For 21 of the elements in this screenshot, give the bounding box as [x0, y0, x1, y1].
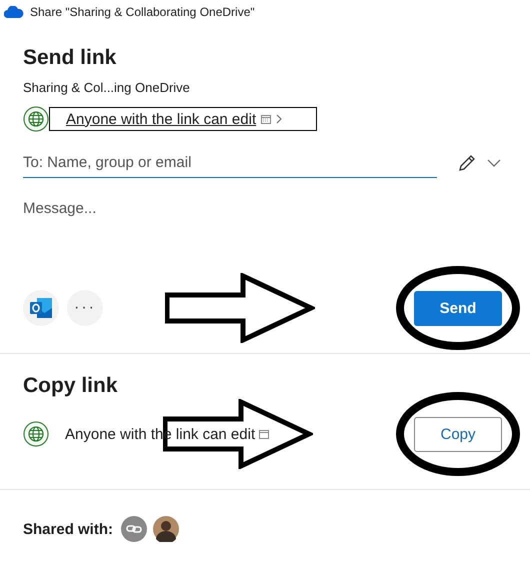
avatar[interactable]	[153, 516, 180, 542]
globe-icon	[23, 106, 49, 132]
window-title: Share "Sharing & Collaborating OneDrive"	[30, 5, 255, 19]
chevron-down-icon[interactable]	[487, 159, 501, 167]
mail-app-icon	[29, 297, 53, 319]
file-name: Sharing & Col...ing OneDrive	[23, 80, 191, 95]
chevron-right-icon	[276, 114, 282, 124]
calendar-icon	[259, 430, 270, 438]
calendar-icon	[261, 114, 272, 124]
pencil-icon[interactable]	[457, 153, 477, 173]
send-button[interactable]: Send	[414, 290, 502, 326]
shared-with-label: Shared with:	[23, 520, 114, 538]
section-heading: Copy link	[23, 374, 119, 398]
cloud-icon	[4, 6, 24, 18]
link-settings-button[interactable]: Anyone with the link can edit	[49, 107, 317, 131]
outlook-button[interactable]	[23, 290, 59, 326]
section-heading: Send link	[23, 46, 118, 70]
copy-button[interactable]: Copy	[414, 416, 502, 452]
more-options-button[interactable]: ···	[67, 290, 103, 326]
link-avatar-icon[interactable]	[121, 516, 148, 542]
globe-icon	[23, 421, 49, 447]
